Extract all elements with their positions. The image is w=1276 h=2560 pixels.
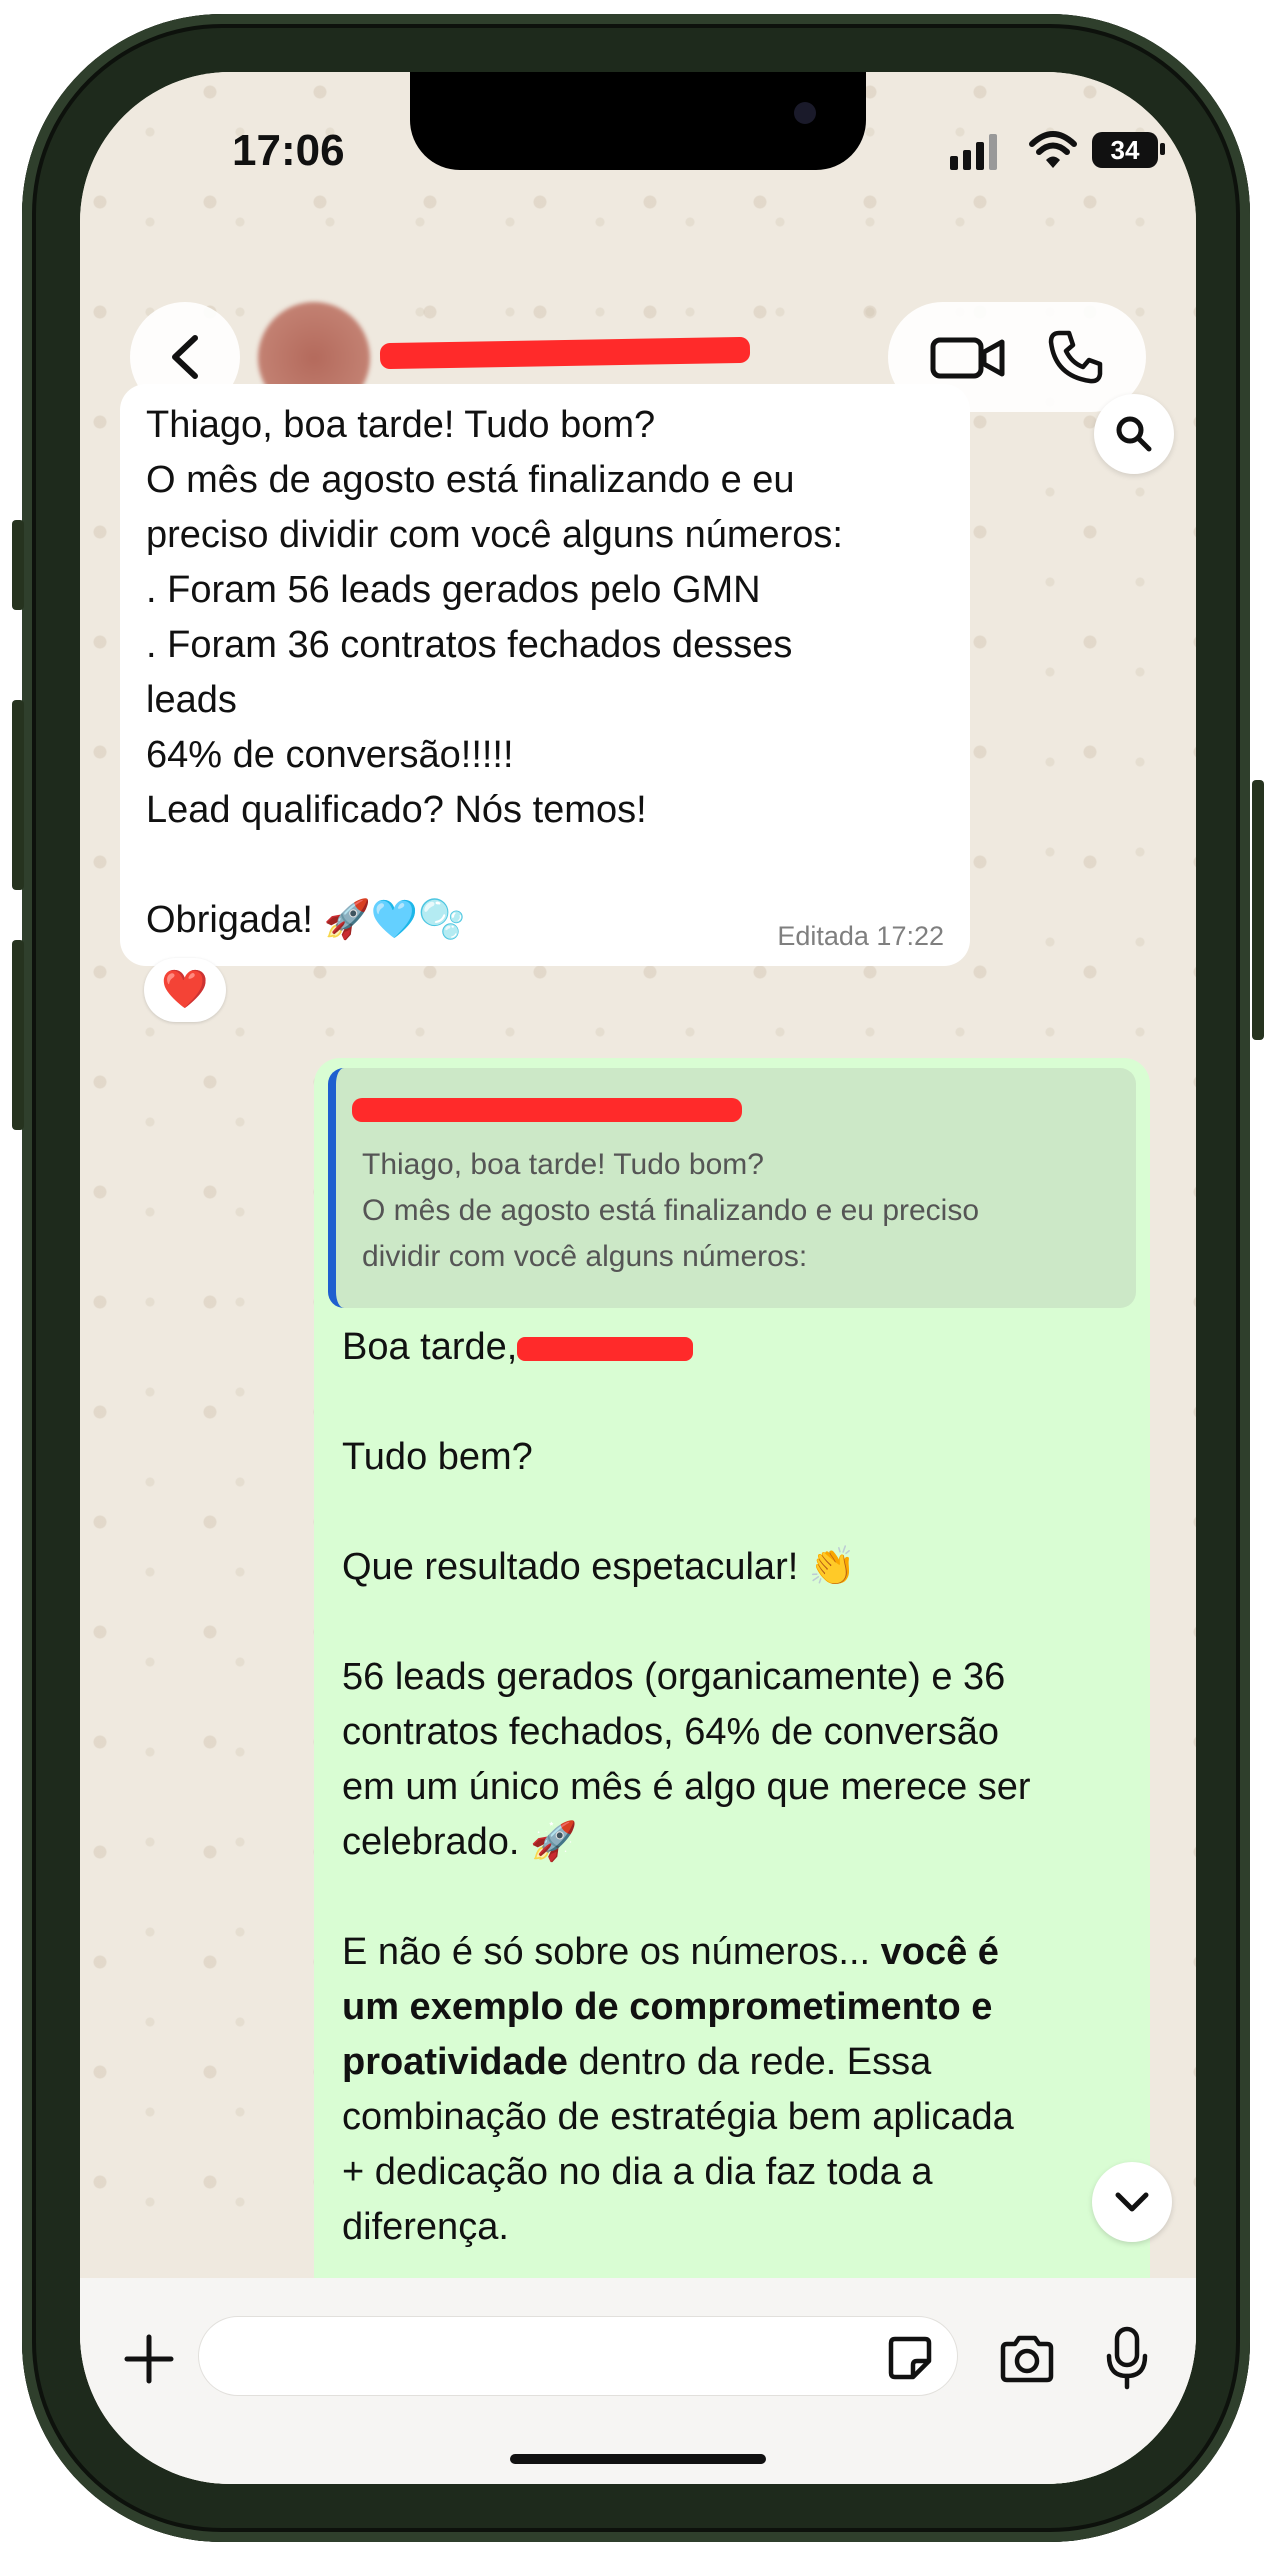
battery-level: 34 [1110,134,1140,165]
battery-icon: 34 [1092,132,1158,168]
power-button [1252,780,1264,1040]
outgoing-message[interactable]: Thiago, boa tarde! Tudo bom? O mês de ag… [314,1058,1150,2484]
paragraph-4-start: E não é só sobre os números... [342,1931,881,1973]
signal-bar-1 [950,156,958,170]
contact-name-redacted[interactable] [379,336,751,370]
wifi-icon [1029,131,1077,168]
outgoing-message-text: Boa tarde, Tudo bem? Que resultado espet… [328,1320,1136,2255]
microphone-icon [1106,2326,1148,2390]
reaction-emoji: ❤️ [161,969,209,1011]
volume-up-button [12,700,24,890]
phone-icon[interactable] [1045,327,1105,387]
signal-bar-4 [989,134,997,170]
home-indicator[interactable] [510,2454,766,2464]
attach-button[interactable] [114,2324,184,2394]
message-edited-time: Editada 17:22 [777,921,944,951]
quoted-author-redacted [352,1098,742,1122]
mute-switch [12,520,24,610]
name-redacted [517,1336,694,1361]
signal-bar-2 [963,150,971,170]
status-time: 17:06 [232,126,345,175]
incoming-message[interactable]: Thiago, boa tarde! Tudo bom? O mês de ag… [120,384,970,966]
paragraph-1: Tudo bem? [342,1436,533,1478]
quoted-message[interactable]: Thiago, boa tarde! Tudo bom? O mês de ag… [328,1068,1136,1308]
phone-screen: 17:06 34 Thiago, boa tarde! Tudo bom? O … [80,72,1196,2484]
video-camera-icon[interactable] [930,332,1006,382]
search-icon [1116,416,1152,452]
incoming-message-text: Thiago, boa tarde! Tudo bom? O mês de ag… [146,404,843,941]
camera-icon [1000,2335,1054,2383]
chat-header [80,222,1196,414]
microphone-button[interactable] [1092,2320,1162,2396]
quoted-text: Thiago, boa tarde! Tudo bom? O mês de ag… [362,1148,980,1273]
status-icons: 34 [950,130,1165,170]
plus-icon [124,2334,174,2384]
sticker-icon[interactable] [887,2335,933,2381]
heart-reaction[interactable]: ❤️ [144,958,226,1022]
battery-cap [1160,143,1165,155]
front-camera [794,102,816,124]
scroll-to-bottom-button[interactable] [1092,2162,1172,2242]
message-input[interactable] [198,2316,958,2396]
paragraph-2: Que resultado espetacular! 👏 [342,1546,857,1588]
volume-down-button [12,940,24,1130]
notch [410,72,866,170]
chevron-down-icon [1115,2192,1149,2212]
camera-button[interactable] [992,2324,1062,2394]
paragraph-3: 56 leads gerados (organicamente) e 36 co… [342,1656,1031,1863]
search-button[interactable] [1094,394,1174,474]
greeting-text: Boa tarde, [342,1326,518,1368]
signal-bar-3 [976,142,984,170]
chevron-left-icon [172,335,198,379]
